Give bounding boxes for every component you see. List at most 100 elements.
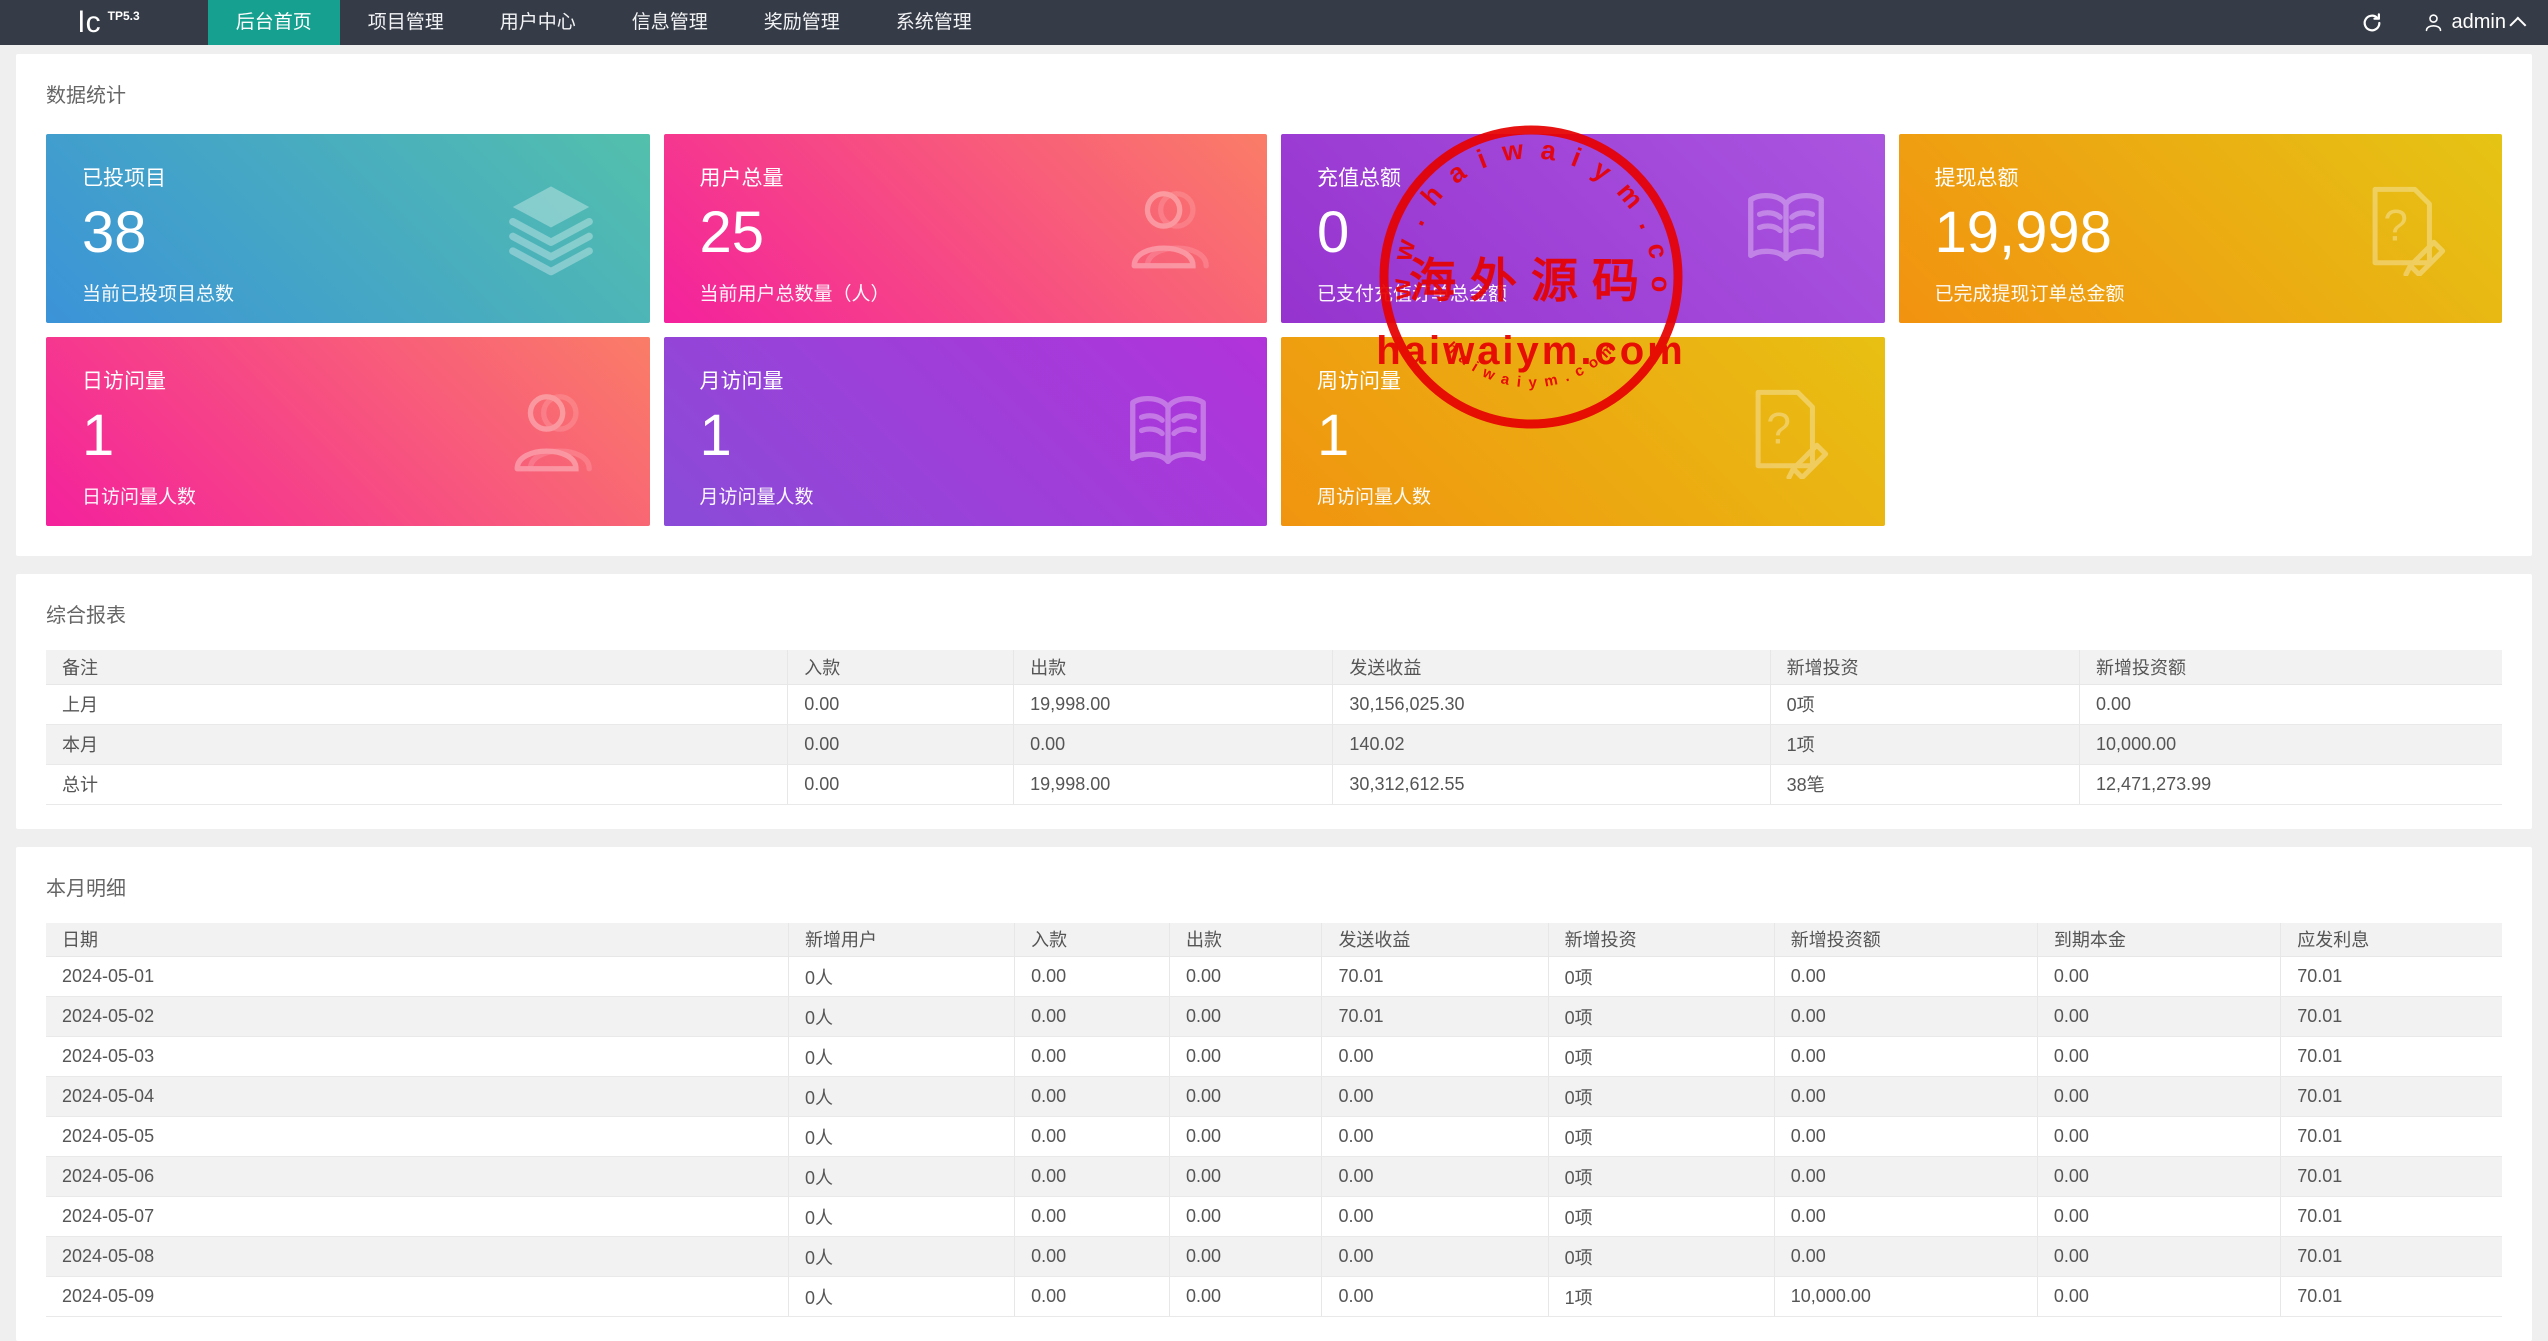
column-header: 新增投资 — [1548, 923, 1774, 957]
stat-card-total-users[interactable]: 用户总量 25 当前用户总数量（人） — [664, 134, 1268, 323]
stat-cards: 已投项目 38 当前已投项目总数 用户总量 25 当前用户总数量（人） — [46, 134, 2502, 526]
table-row: 2024-05-090人0.000.000.001项10,000.000.007… — [46, 1277, 2502, 1317]
table-row: 2024-05-040人0.000.000.000项0.000.0070.01 — [46, 1077, 2502, 1117]
stats-panel: 数据统计 已投项目 38 当前已投项目总数 用户总量 25 当前用户总数量（人） — [16, 54, 2532, 556]
table-cell: 0.00 — [1015, 997, 1170, 1037]
table-cell: 0.00 — [2037, 1117, 2280, 1157]
stat-card-withdraw-total[interactable]: 提现总额 19,998 已完成提现订单总金额 ? — [1899, 134, 2503, 323]
table-cell: 0.00 — [1322, 1237, 1548, 1277]
table-cell: 0.00 — [2037, 997, 2280, 1037]
table-cell: 0.00 — [1774, 1077, 2037, 1117]
navbar-right: admin — [2359, 0, 2526, 45]
table-cell: 0.00 — [1322, 1277, 1548, 1317]
table-row: 2024-05-050人0.000.000.000项0.000.0070.01 — [46, 1117, 2502, 1157]
stat-card-weekly-visits[interactable]: 周访问量 1 周访问量人数 ? — [1281, 337, 1885, 526]
column-header: 日期 — [46, 923, 788, 957]
table-cell: 70.01 — [2281, 997, 2502, 1037]
summary-table: 备注入款出款发送收益新增投资新增投资额上月0.0019,998.0030,156… — [46, 650, 2502, 805]
table-cell: 0项 — [1548, 1077, 1774, 1117]
table-cell: 0.00 — [1015, 1277, 1170, 1317]
users-icon — [504, 385, 598, 479]
section-title-stats: 数据统计 — [46, 54, 2502, 108]
nav-item-rewards[interactable]: 奖励管理 — [736, 0, 868, 45]
top-navbar: lc TP5.3 后台首页 项目管理 用户中心 信息管理 奖励管理 系统管理 a… — [0, 0, 2548, 45]
table-cell: 1项 — [1548, 1277, 1774, 1317]
table-row: 2024-05-070人0.000.000.000项0.000.0070.01 — [46, 1197, 2502, 1237]
table-cell: 0.00 — [1774, 1037, 2037, 1077]
table-cell: 0.00 — [1170, 1197, 1322, 1237]
table-cell: 0.00 — [1015, 957, 1170, 997]
table-cell: 2024-05-09 — [46, 1277, 788, 1317]
column-header: 到期本金 — [2037, 923, 2280, 957]
nav-item-system[interactable]: 系统管理 — [868, 0, 1000, 45]
table-cell: 0.00 — [1015, 1077, 1170, 1117]
stat-card-monthly-visits[interactable]: 月访问量 1 月访问量人数 — [664, 337, 1268, 526]
document-edit-icon: ? — [1739, 385, 1833, 479]
table-cell: 0.00 — [1015, 1197, 1170, 1237]
table-cell: 2024-05-07 — [46, 1197, 788, 1237]
table-cell: 0.00 — [1774, 1157, 2037, 1197]
table-cell: 0人 — [788, 997, 1014, 1037]
section-title-summary: 综合报表 — [46, 574, 2502, 628]
table-cell: 0.00 — [1014, 724, 1333, 764]
table-cell: 70.01 — [2281, 1157, 2502, 1197]
table-cell: 0.00 — [1015, 1037, 1170, 1077]
column-header: 新增投资额 — [1774, 923, 2037, 957]
table-cell: 19,998.00 — [1014, 764, 1333, 804]
table-cell: 70.01 — [2281, 1237, 2502, 1277]
table-cell: 0.00 — [2037, 1277, 2280, 1317]
table-header-row: 备注入款出款发送收益新增投资新增投资额 — [46, 650, 2502, 684]
nav-item-user-center[interactable]: 用户中心 — [472, 0, 604, 45]
table-cell: 0人 — [788, 1197, 1014, 1237]
chevron-up-icon — [2509, 16, 2526, 33]
table-cell: 10,000.00 — [1774, 1277, 2037, 1317]
stat-card-daily-visits[interactable]: 日访问量 1 日访问量人数 — [46, 337, 650, 526]
table-cell: 2024-05-06 — [46, 1157, 788, 1197]
table-cell: 0人 — [788, 1037, 1014, 1077]
table-cell: 30,156,025.30 — [1333, 684, 1770, 724]
nav-item-projects[interactable]: 项目管理 — [340, 0, 472, 45]
table-cell: 0.00 — [1015, 1157, 1170, 1197]
table-cell: 0.00 — [1170, 1037, 1322, 1077]
table-cell: 0.00 — [1322, 1077, 1548, 1117]
table-cell: 0.00 — [1015, 1117, 1170, 1157]
table-cell: 0项 — [1548, 1037, 1774, 1077]
nav-item-dashboard[interactable]: 后台首页 — [208, 0, 340, 45]
table-cell: 0.00 — [1170, 957, 1322, 997]
table-cell: 0人 — [788, 1157, 1014, 1197]
stat-card-invested-projects[interactable]: 已投项目 38 当前已投项目总数 — [46, 134, 650, 323]
table-cell: 0.00 — [1322, 1157, 1548, 1197]
card-desc: 周访问量人数 — [1317, 482, 1849, 509]
users-icon — [1121, 182, 1215, 276]
table-cell: 0项 — [1770, 684, 2079, 724]
document-edit-icon: ? — [2356, 182, 2450, 276]
table-cell: 140.02 — [1333, 724, 1770, 764]
app-logo[interactable]: lc TP5.3 — [78, 0, 140, 45]
table-cell: 70.01 — [2281, 1277, 2502, 1317]
book-icon — [1121, 385, 1215, 479]
table-cell: 0.00 — [1170, 1277, 1322, 1317]
table-cell: 0人 — [788, 1077, 1014, 1117]
table-cell: 0项 — [1548, 1237, 1774, 1277]
layers-icon — [504, 182, 598, 276]
table-cell: 0.00 — [1170, 1117, 1322, 1157]
table-cell: 0.00 — [1322, 1117, 1548, 1157]
user-menu[interactable]: admin — [2423, 11, 2526, 34]
stat-card-recharge-total[interactable]: 充值总额 0 已支付充值订单总金额 — [1281, 134, 1885, 323]
table-cell: 2024-05-02 — [46, 997, 788, 1037]
table-cell: 0.00 — [788, 684, 1014, 724]
table-cell: 0.00 — [2037, 1237, 2280, 1277]
column-header: 新增投资额 — [2080, 650, 2502, 684]
table-cell: 0.00 — [1774, 1117, 2037, 1157]
table-cell: 0.00 — [1774, 1237, 2037, 1277]
table-cell: 0.00 — [1774, 1197, 2037, 1237]
nav-item-info[interactable]: 信息管理 — [604, 0, 736, 45]
table-cell: 10,000.00 — [2080, 724, 2502, 764]
table-cell: 0项 — [1548, 997, 1774, 1037]
table-header-row: 日期新增用户入款出款发送收益新增投资新增投资额到期本金应发利息 — [46, 923, 2502, 957]
table-cell: 0.00 — [2037, 1077, 2280, 1117]
logo-text: lc — [78, 6, 102, 40]
refresh-icon[interactable] — [2359, 10, 2385, 36]
card-desc: 日访问量人数 — [82, 482, 614, 509]
table-cell: 0项 — [1548, 1197, 1774, 1237]
